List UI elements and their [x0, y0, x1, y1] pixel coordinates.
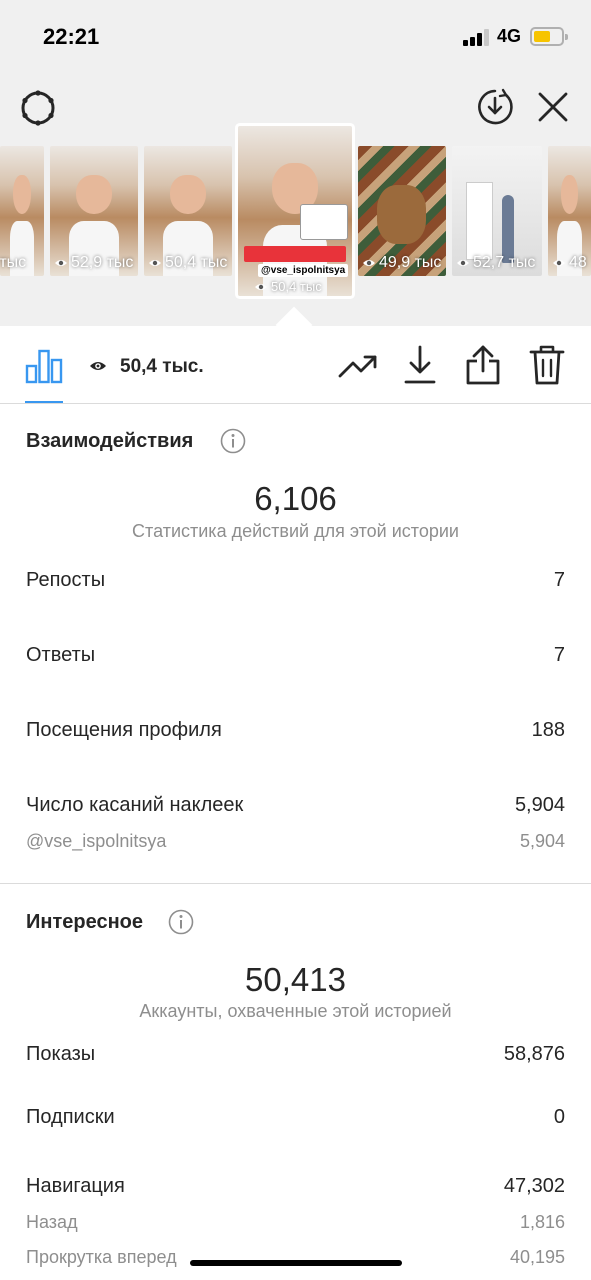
stat-value: 7: [553, 569, 565, 591]
story-thumbnail[interactable]: 52,9 тыс: [50, 146, 138, 276]
stat-value: 58,876: [503, 1043, 565, 1065]
stat-value: 5,904: [514, 794, 565, 816]
stat-label: @vse_ispolnitsya: [26, 831, 167, 851]
info-icon[interactable]: [168, 909, 194, 935]
close-icon[interactable]: [535, 89, 571, 125]
eye-icon: [149, 260, 161, 266]
stat-value: 40,195: [509, 1247, 565, 1267]
views-count: 52,9 тыс: [71, 254, 134, 271]
network-type: 4G: [497, 26, 522, 46]
settings-icon[interactable]: [18, 88, 58, 128]
views-count: 6 тыс: [0, 254, 27, 271]
stat-label: Подписки: [26, 1106, 115, 1128]
discovery-title: Интересное: [26, 911, 143, 933]
status-bar: 22:21 4G: [0, 0, 591, 72]
interactions-subtitle: Статистика действий для этой истории: [132, 521, 459, 541]
bar-chart-icon[interactable]: [25, 348, 63, 384]
stat-row-back: Назад 1,816: [26, 1212, 565, 1233]
views-total: 50,4 тыс.: [120, 356, 204, 377]
story-caption-box: [244, 246, 346, 262]
discovery-subtitle: Аккаунты, охваченные этой историей: [139, 1001, 452, 1021]
story-thumbnail-selected[interactable]: @vse_ispolnitsya 50,4 тыс: [238, 126, 352, 296]
stat-value: 7: [553, 644, 565, 666]
active-tab-indicator: [25, 401, 63, 403]
story-thumbnail[interactable]: 48: [548, 146, 591, 276]
stat-label: Назад: [26, 1212, 78, 1232]
trending-icon[interactable]: [338, 352, 378, 380]
stat-row-navigation: Навигация 47,302: [26, 1175, 565, 1198]
status-time: 22:21: [43, 24, 100, 49]
interactions-total: 6,106: [254, 480, 337, 517]
stat-row-reposts: Репосты 7: [26, 569, 565, 592]
views-count: 50,4 тыс: [165, 254, 228, 271]
stat-row-sticker-taps: Число касаний наклеек 5,904: [26, 794, 565, 817]
views-count: 48: [569, 254, 587, 271]
eye-icon: [363, 260, 375, 266]
eye-icon: [90, 362, 106, 370]
stat-row-replies: Ответы 7: [26, 644, 565, 667]
stat-label: Прокрутка вперед: [26, 1247, 177, 1267]
share-icon[interactable]: [465, 344, 501, 386]
eye-icon: [55, 260, 67, 266]
info-icon[interactable]: [220, 428, 246, 454]
eye-icon: [255, 283, 267, 290]
views-count: 50,4 тыс: [271, 279, 322, 294]
stat-label: Показы: [26, 1043, 96, 1065]
story-info-box: [300, 204, 348, 240]
story-thumbnail[interactable]: 49,9 тыс: [358, 146, 446, 276]
stat-label: Навигация: [26, 1175, 125, 1197]
download-circle-icon[interactable]: [475, 87, 515, 127]
story-thumbnail[interactable]: 50,4 тыс: [144, 146, 232, 276]
views-count: 52,7 тыс: [473, 254, 536, 271]
stat-label: Репосты: [26, 569, 106, 591]
eye-icon: [457, 260, 469, 266]
eye-icon: [553, 260, 565, 266]
story-thumbnail[interactable]: 52,7 тыс: [452, 146, 542, 276]
stat-label: Число касаний наклеек: [26, 794, 244, 816]
trash-icon[interactable]: [529, 344, 565, 386]
discovery-total: 50,413: [245, 961, 346, 998]
story-thumbnail[interactable]: 6 тыс: [0, 146, 44, 276]
interactions-title: Взаимодействия: [26, 430, 194, 452]
story-toolbar: 50,4 тыс.: [0, 326, 591, 404]
stat-row-follows: Подписки 0: [26, 1106, 565, 1129]
stat-label: Посещения профиля: [26, 719, 222, 741]
home-indicator[interactable]: [190, 1260, 402, 1266]
battery-icon: [530, 27, 568, 46]
stat-value: 1,816: [519, 1212, 565, 1232]
story-mention-sticker: @vse_ispolnitsya: [258, 264, 349, 277]
stat-label: Ответы: [26, 644, 96, 666]
stat-row-sticker-mention: @vse_ispolnitsya 5,904: [26, 831, 565, 852]
stat-value: 0: [553, 1106, 565, 1128]
stat-value: 47,302: [503, 1175, 565, 1197]
download-icon[interactable]: [403, 345, 437, 385]
section-divider: [0, 883, 591, 884]
stat-row-profile-visits: Посещения профиля 188: [26, 719, 565, 742]
views-count: 49,9 тыс: [379, 254, 442, 271]
stat-value: 5,904: [519, 831, 565, 851]
stat-row-impressions: Показы 58,876: [26, 1043, 565, 1066]
stories-header: 22:21 4G 6 тыс: [0, 0, 591, 326]
signal-icon: [463, 28, 491, 46]
stat-value: 188: [531, 719, 565, 741]
